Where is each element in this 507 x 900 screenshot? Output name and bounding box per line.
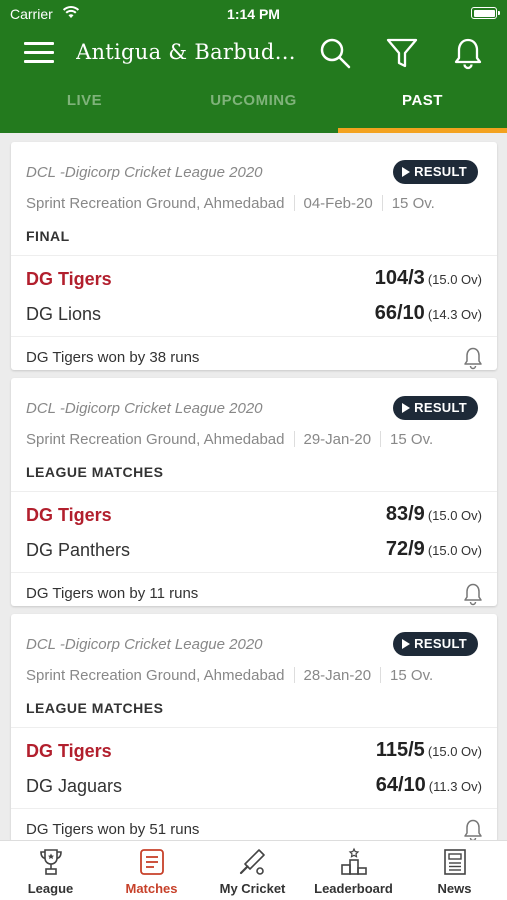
nav-my-cricket[interactable]: My Cricket <box>202 841 303 900</box>
result-badge-label: RESULT <box>414 164 467 179</box>
match-format: 15 Ov. <box>391 195 435 212</box>
match-stage: FINAL <box>26 228 70 244</box>
match-result-text: DG Tigers won by 11 runs <box>26 585 199 602</box>
match-card[interactable]: DCL -Digicorp Cricket League 2020 RESULT… <box>11 378 497 606</box>
divider <box>11 491 497 492</box>
play-icon <box>402 639 411 649</box>
divider <box>11 808 497 809</box>
team2-score: 64/10 (11.3 Ov) <box>375 774 482 796</box>
bell-icon[interactable] <box>461 818 485 840</box>
match-card[interactable]: DCL -Digicorp Cricket League 2020 RESULT… <box>11 614 497 840</box>
venue: Sprint Recreation Ground, Ahmedabad <box>26 195 285 212</box>
trophy-icon <box>40 849 62 875</box>
tab-upcoming[interactable]: UPCOMING <box>169 78 338 133</box>
match-meta: Sprint Recreation Ground, Ahmedabad 28-Ja… <box>26 667 433 684</box>
match-result-text: DG Tigers won by 38 runs <box>26 349 200 366</box>
league-name: DCL -Digicorp Cricket League 2020 <box>26 636 263 653</box>
battery-icon <box>471 7 500 19</box>
venue: Sprint Recreation Ground, Ahmedabad <box>26 431 285 448</box>
team2-name: DG Jaguars <box>26 776 123 796</box>
match-result-text: DG Tigers won by 51 runs <box>26 821 200 838</box>
bell-icon[interactable] <box>461 346 485 370</box>
match-card[interactable]: DCL -Digicorp Cricket League 2020 RESULT… <box>11 142 497 370</box>
menu-button[interactable] <box>24 40 56 66</box>
cricket-bat-icon <box>239 849 265 875</box>
league-name: DCL -Digicorp Cricket League 2020 <box>26 164 263 181</box>
match-stage: LEAGUE MATCHES <box>26 464 164 480</box>
app-bar: Antigua & Barbuda... <box>0 28 507 78</box>
match-stage: LEAGUE MATCHES <box>26 700 164 716</box>
tab-past[interactable]: PAST <box>338 78 507 133</box>
team1-score: 104/3 (15.0 Ov) <box>374 267 482 289</box>
nav-label: League <box>27 881 74 896</box>
result-badge-label: RESULT <box>414 400 467 415</box>
status-bar: Carrier 1:14 PM <box>0 0 507 28</box>
matches-icon <box>140 849 164 875</box>
podium-icon <box>341 847 367 875</box>
play-icon <box>402 167 411 177</box>
team1-name: DG Tigers <box>26 269 112 289</box>
team1-score: 83/9 (15.0 Ov) <box>385 503 482 525</box>
team2-score: 66/10 (14.3 Ov) <box>374 302 482 324</box>
play-icon <box>402 403 411 413</box>
tab-live[interactable]: LIVE <box>0 78 169 133</box>
bell-icon[interactable] <box>461 582 485 606</box>
team1-name: DG Tigers <box>26 505 112 525</box>
match-date: 29-Jan-20 <box>303 431 372 448</box>
newspaper-icon <box>444 849 466 875</box>
result-badge-label: RESULT <box>414 636 467 651</box>
app-header: Carrier 1:14 PM Antigua & Barbuda... LIV… <box>0 0 507 133</box>
match-format: 15 Ov. <box>390 667 434 684</box>
divider <box>11 572 497 573</box>
team2-score: 72/9 (15.0 Ov) <box>385 538 482 560</box>
bell-icon[interactable] <box>451 36 485 70</box>
team2-name: DG Lions <box>26 304 102 324</box>
match-list: DCL -Digicorp Cricket League 2020 RESULT… <box>0 133 507 840</box>
league-name: DCL -Digicorp Cricket League 2020 <box>26 400 263 417</box>
nav-label: My Cricket <box>219 881 286 896</box>
team1-score: 115/5 (15.0 Ov) <box>375 739 482 761</box>
divider <box>11 727 497 728</box>
match-date: 04-Feb-20 <box>303 195 373 212</box>
filter-icon[interactable] <box>385 36 419 70</box>
clock: 1:14 PM <box>227 6 280 22</box>
nav-news[interactable]: News <box>404 841 505 900</box>
nav-label: Leaderboard <box>314 881 393 896</box>
match-meta: Sprint Recreation Ground, Ahmedabad 04-Fe… <box>26 195 435 212</box>
team1-name: DG Tigers <box>26 741 112 761</box>
nav-league[interactable]: League <box>0 841 101 900</box>
nav-leaderboard[interactable]: Leaderboard <box>303 841 404 900</box>
divider <box>11 255 497 256</box>
match-format: 15 Ov. <box>390 431 434 448</box>
match-date: 28-Jan-20 <box>303 667 372 684</box>
divider <box>11 336 497 337</box>
result-badge[interactable]: RESULT <box>393 396 478 420</box>
match-tabs: LIVE UPCOMING PAST <box>0 78 507 133</box>
nav-label: Matches <box>125 881 178 896</box>
result-badge[interactable]: RESULT <box>393 160 478 184</box>
match-meta: Sprint Recreation Ground, Ahmedabad 29-Ja… <box>26 431 433 448</box>
nav-matches[interactable]: Matches <box>101 841 202 900</box>
venue: Sprint Recreation Ground, Ahmedabad <box>26 667 285 684</box>
search-icon[interactable] <box>318 36 352 70</box>
result-badge[interactable]: RESULT <box>393 632 478 656</box>
page-title: Antigua & Barbuda... <box>76 40 296 64</box>
nav-label: News <box>437 881 472 896</box>
bottom-nav: League Matches My Cricket Leaderboard Ne… <box>0 840 507 900</box>
team2-name: DG Panthers <box>26 540 131 560</box>
